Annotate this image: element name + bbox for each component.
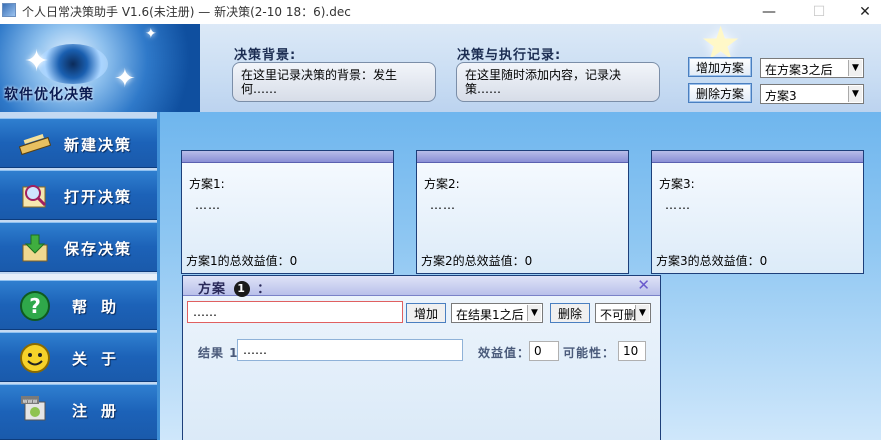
plan-total: 方案2的总效益值：0 <box>421 254 533 268</box>
result-position-value: 在结果1之后 <box>456 308 524 322</box>
result-position-select[interactable]: 在结果1之后 ▼ <box>451 303 543 323</box>
delete-result-button[interactable]: 删除 <box>550 303 590 323</box>
chevron-down-icon: ▼ <box>527 305 541 321</box>
add-position-select[interactable]: 在方案3之后 ▼ <box>760 58 864 78</box>
benefit-label: 效益值： <box>478 346 531 360</box>
result-label: 结果 1 <box>198 346 239 360</box>
plan-detail-title-suffix: ： <box>257 282 272 297</box>
plan-card-header <box>417 151 628 163</box>
app-icon <box>2 3 16 17</box>
sidebar-item-about[interactable]: 关于 <box>0 332 157 382</box>
plan-number-badge: 1 <box>233 281 250 297</box>
sidebar-item-label: 保存决策 <box>64 240 133 258</box>
deletable-select[interactable]: 不可删 ▼ <box>595 303 651 323</box>
question-icon: ? <box>18 290 52 322</box>
close-icon[interactable]: ✕ <box>637 276 650 294</box>
delete-plan-value: 方案3 <box>765 89 797 103</box>
sidebar-item-save[interactable]: 保存决策 <box>0 222 157 272</box>
chevron-down-icon: ▼ <box>848 60 862 76</box>
deletable-value: 不可删 <box>600 308 637 322</box>
sparkle-icon: ✦ <box>145 26 157 42</box>
plan-total: 方案3的总效益值：0 <box>656 254 768 268</box>
plan-content: …… <box>430 198 456 212</box>
plan-name: 方案3: <box>659 177 695 191</box>
sidebar-item-label: 新建决策 <box>64 136 133 154</box>
plan-name: 方案2: <box>424 177 460 191</box>
background-field[interactable]: 在这里记录决策的背景：发生何…… <box>232 62 436 102</box>
close-button[interactable]: ✕ <box>842 0 881 24</box>
plan-total: 方案1的总效益值：0 <box>186 254 298 268</box>
header: ✦ ✦ ✦ 软件优化决策 决策背景: 在这里记录决策的背景：发生何…… 决策与执… <box>0 16 881 112</box>
add-plan-button[interactable]: 增加方案 <box>688 57 752 77</box>
plan-name: 方案1: <box>189 177 225 191</box>
svg-text:www: www <box>23 398 38 405</box>
delete-plan-select[interactable]: 方案3 ▼ <box>760 84 864 104</box>
sparkle-icon: ✦ <box>24 44 50 79</box>
benefit-input[interactable]: 0 <box>529 341 559 361</box>
sidebar-item-label: 注册 <box>72 402 131 420</box>
window-title: 个人日常决策助手 V1.6(未注册) — 新决策(2-10 18：6).dec <box>22 5 351 19</box>
sidebar: 新建决策 打开决策 保存决策 ? 帮助 关于 www 注册 <box>0 112 160 440</box>
possibility-input[interactable]: 10 <box>618 341 646 361</box>
background-label: 决策背景: <box>234 48 297 63</box>
add-result-button[interactable]: 增加 <box>406 303 446 323</box>
plan-card-2[interactable]: 方案2: …… 方案2的总效益值：0 <box>416 150 629 274</box>
sidebar-item-new[interactable]: 新建决策 <box>0 118 157 168</box>
pencil-icon <box>18 128 52 160</box>
plan-card-header <box>652 151 863 163</box>
sidebar-item-label: 打开决策 <box>64 188 133 206</box>
result-input[interactable]: …… <box>237 339 463 361</box>
plan-detail-header: 方案 1 ： ✕ <box>183 276 660 297</box>
plan-content: …… <box>195 198 221 212</box>
sidebar-item-open[interactable]: 打开决策 <box>0 170 157 220</box>
plan-card-3[interactable]: 方案3: …… 方案3的总效益值：0 <box>651 150 864 274</box>
plan-card-1[interactable]: 方案1: …… 方案1的总效益值：0 <box>181 150 394 274</box>
logo: ✦ ✦ ✦ 软件优化决策 <box>0 24 200 112</box>
sidebar-item-label: 关于 <box>72 350 131 368</box>
delete-plan-button[interactable]: 删除方案 <box>688 83 752 103</box>
title-bar: 个人日常决策助手 V1.6(未注册) — 新决策(2-10 18：6).dec … <box>0 0 881 24</box>
minimize-button[interactable]: — <box>746 0 792 24</box>
add-position-value: 在方案3之后 <box>765 63 833 77</box>
plan-detail-title: 方案 1 ： <box>198 278 271 297</box>
svg-text:?: ? <box>29 294 41 318</box>
plan-content: …… <box>665 198 691 212</box>
sidebar-item-help[interactable]: ? 帮助 <box>0 280 157 330</box>
smiley-icon <box>18 342 52 374</box>
plan-detail-panel: 方案 1 ： ✕ …… 增加 在结果1之后 ▼ 删除 不可删 ▼ 结果 1 ……… <box>182 275 661 440</box>
sparkle-icon: ✦ <box>114 64 136 94</box>
chevron-down-icon: ▼ <box>635 305 649 321</box>
logo-text: 软件优化决策 <box>4 87 94 103</box>
plan-detail-title-prefix: 方案 <box>198 282 227 297</box>
possibility-label: 可能性： <box>563 346 616 360</box>
maximize-button: ☐ <box>812 4 826 20</box>
sidebar-item-label: 帮助 <box>72 298 131 316</box>
plan-text-input[interactable]: …… <box>187 301 403 323</box>
save-arrow-icon <box>18 232 52 264</box>
sidebar-item-register[interactable]: www 注册 <box>0 384 157 440</box>
www-icon: www <box>18 394 52 426</box>
chevron-down-icon: ▼ <box>848 86 862 102</box>
record-label: 决策与执行记录: <box>457 48 562 63</box>
magnifier-icon <box>18 180 52 212</box>
plan-card-header <box>182 151 393 163</box>
record-field[interactable]: 在这里随时添加内容，记录决策…… <box>456 62 660 102</box>
